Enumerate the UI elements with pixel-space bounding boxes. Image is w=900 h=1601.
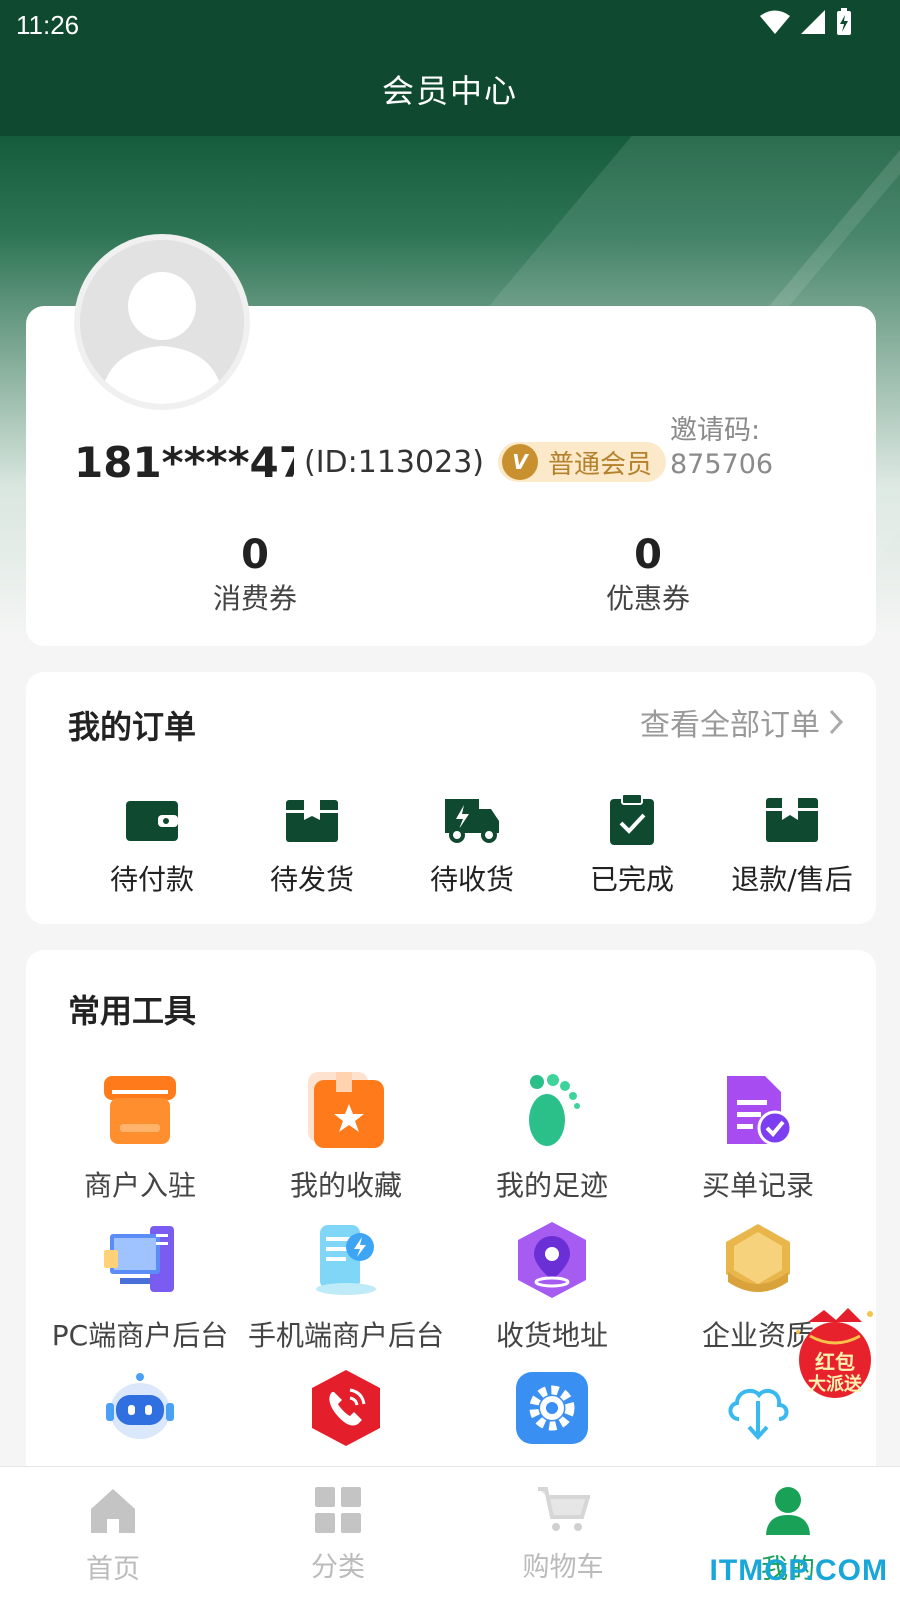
tool-customer-service[interactable]	[40, 1368, 240, 1448]
orders-card: 我的订单 查看全部订单 待付款 待发货 待收货 已完成 退款/售后	[26, 672, 876, 924]
wallet-icon	[126, 801, 178, 841]
desktop-computer-icon	[104, 1226, 174, 1292]
stat-coupon[interactable]: 0 优惠券	[538, 530, 758, 618]
footprint-icon	[529, 1074, 580, 1146]
member-level-label: 普通会员	[548, 449, 653, 480]
signal-icon	[801, 10, 825, 34]
clipboard-check-icon	[610, 793, 654, 845]
store-icon	[104, 1076, 176, 1144]
invite-code-label: 邀请码:	[670, 415, 761, 446]
stat-value: 0	[634, 532, 662, 578]
status-bar: 11:26	[0, 0, 900, 50]
user-icon	[766, 1487, 810, 1535]
order-label: 待付款	[109, 863, 194, 896]
stat-label: 优惠券	[605, 582, 690, 615]
robot-service-icon	[106, 1373, 174, 1439]
order-pending-receipt[interactable]: 待收货	[392, 792, 552, 898]
user-info-row: 181****478 (ID:113023) V 普通会员	[74, 432, 667, 492]
tools-card: 常用工具 商户入驻 我的收藏 我的足迹 买单记录 PC端商户后台 手机端商户后台…	[26, 950, 876, 1510]
cart-icon	[538, 1487, 591, 1531]
tab-category[interactable]: 分类	[258, 1485, 418, 1584]
invite-code-block[interactable]: 邀请码: 875706	[670, 414, 773, 482]
tool-label: 收货地址	[495, 1319, 608, 1352]
status-time: 11:26	[16, 10, 80, 40]
order-pending-shipment[interactable]: 待发货	[232, 792, 392, 898]
view-all-orders-link[interactable]: 查看全部订单	[640, 700, 844, 744]
cloud-download-icon	[728, 1388, 789, 1440]
document-check-icon	[727, 1076, 793, 1146]
default-avatar-icon	[80, 240, 244, 404]
promo-line2: 大派送	[808, 1374, 862, 1395]
order-completed[interactable]: 已完成	[552, 792, 712, 898]
settings-gear-icon	[516, 1372, 588, 1444]
order-label: 已完成	[589, 863, 674, 896]
tab-label: 分类	[311, 1552, 365, 1583]
tool-label: 手机端商户后台	[247, 1319, 444, 1352]
tool-my-footprints[interactable]: 我的足迹	[452, 1070, 652, 1204]
chevron-right-icon	[829, 709, 844, 735]
tool-mobile-merchant-backend[interactable]: 手机端商户后台	[246, 1220, 446, 1354]
tab-cart[interactable]: 购物车	[483, 1485, 643, 1584]
tab-label: 首页	[86, 1554, 140, 1585]
avatar[interactable]	[74, 234, 250, 410]
order-label: 待收货	[429, 863, 514, 896]
watermark: ITMOP.COM	[709, 1554, 888, 1587]
nav-bar: 会员中心	[0, 50, 900, 136]
order-label: 待发货	[269, 863, 354, 896]
tool-label: 商户入驻	[83, 1169, 196, 1202]
stat-consumption-voucher[interactable]: 0 消费券	[145, 530, 365, 618]
view-all-label: 查看全部订单	[640, 708, 820, 743]
tab-home[interactable]: 首页	[33, 1485, 193, 1586]
order-pending-payment[interactable]: 待付款	[72, 792, 232, 898]
wifi-icon	[760, 10, 790, 34]
tool-my-favorites[interactable]: 我的收藏	[246, 1070, 446, 1204]
member-level-badge: V 普通会员	[498, 442, 667, 482]
invite-code-value: 875706	[670, 449, 774, 480]
tool-label: PC端商户后台	[51, 1319, 229, 1352]
home-icon	[91, 1489, 135, 1533]
mobile-backend-icon	[316, 1225, 376, 1295]
orders-title: 我的订单	[68, 708, 197, 746]
box-return-icon	[766, 798, 818, 842]
tool-phone-call[interactable]	[246, 1368, 446, 1448]
order-label: 退款/售后	[731, 863, 853, 896]
order-refund-aftersale[interactable]: 退款/售后	[712, 792, 872, 898]
tool-payment-records[interactable]: 买单记录	[658, 1070, 858, 1204]
tools-title: 常用工具	[68, 992, 197, 1030]
tab-label: 购物车	[522, 1552, 604, 1583]
tool-pc-merchant-backend[interactable]: PC端商户后台	[40, 1220, 240, 1354]
stat-value: 0	[241, 532, 269, 578]
stat-label: 消费券	[212, 582, 297, 615]
tool-shipping-address[interactable]: 收货地址	[452, 1220, 652, 1354]
tool-label: 我的收藏	[289, 1169, 402, 1202]
user-id: (ID:113023)	[304, 444, 484, 480]
tool-settings[interactable]	[452, 1368, 652, 1448]
phone-call-icon	[312, 1370, 380, 1446]
red-envelope-promo[interactable]: 红包 大派送	[790, 1302, 880, 1402]
hexagon-certificate-icon	[726, 1224, 790, 1292]
battery-icon	[837, 8, 851, 35]
vip-icon: V	[502, 444, 538, 480]
tool-merchant-join[interactable]: 商户入驻	[40, 1070, 240, 1204]
status-icons	[760, 8, 852, 36]
page-title: 会员中心	[381, 72, 518, 110]
user-phone: 181****478	[74, 437, 294, 487]
tool-label: 买单记录	[701, 1169, 814, 1202]
tool-label: 我的足迹	[495, 1169, 608, 1202]
location-pin-icon	[518, 1222, 586, 1298]
box-icon	[286, 800, 338, 842]
truck-icon	[445, 799, 499, 843]
grid-icon	[315, 1487, 361, 1533]
favorite-box-icon	[308, 1072, 384, 1148]
